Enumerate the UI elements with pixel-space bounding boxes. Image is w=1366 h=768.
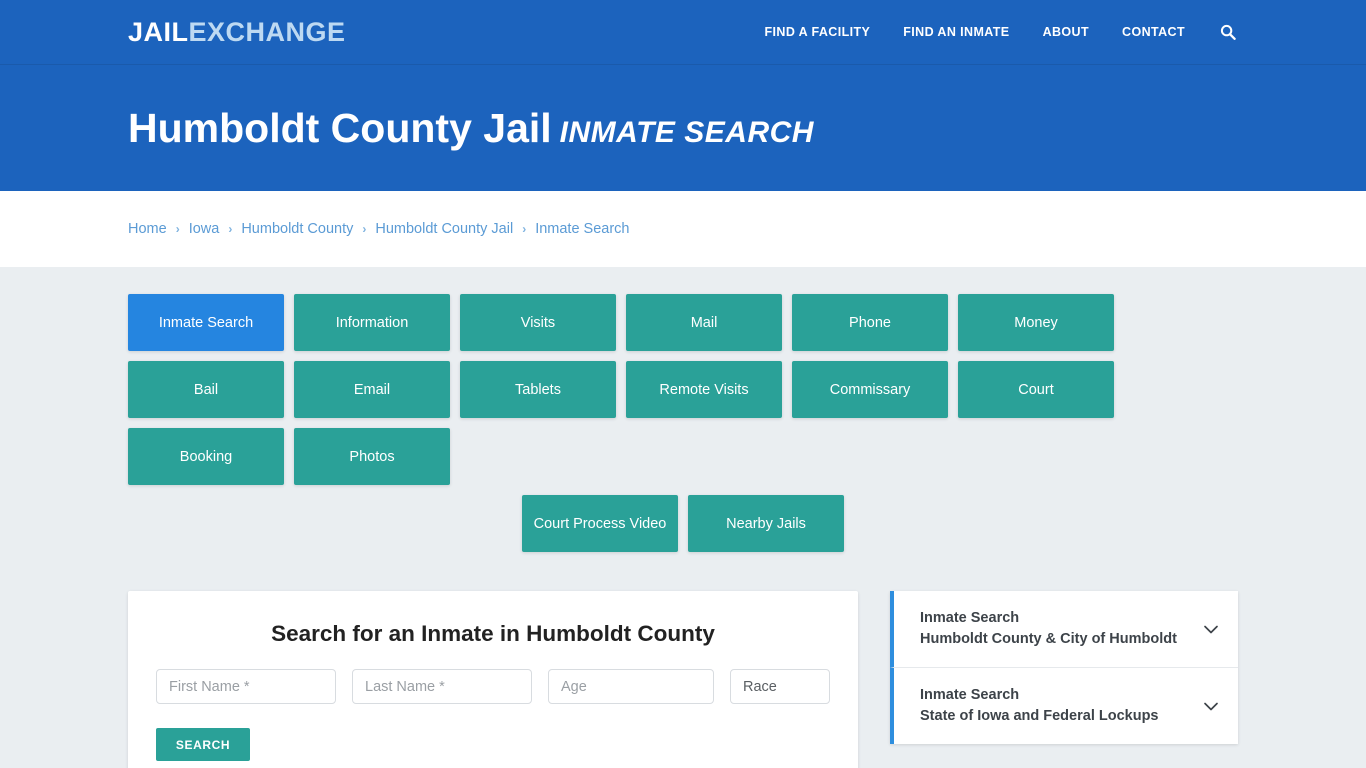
accordion-item-county-title: Inmate Search (920, 610, 1020, 626)
page-title: Humboldt County Jail INMATE SEARCH (128, 104, 814, 151)
right-column: Inmate Search Humboldt County & City of … (890, 591, 1238, 745)
tab-commissary[interactable]: Commissary (792, 361, 948, 418)
site-logo[interactable]: JAILEXCHANGE (128, 16, 346, 47)
site-header: JAILEXCHANGE FIND A FACILITY FIND AN INM… (0, 0, 1366, 65)
tab-inmate-search[interactable]: Inmate Search (128, 294, 284, 351)
chevron-down-icon (1200, 695, 1222, 717)
page-title-sub: INMATE SEARCH (559, 115, 814, 149)
tab-booking[interactable]: Booking (128, 428, 284, 485)
breadcrumb-bar: Home › Iowa › Humboldt County › Humboldt… (0, 191, 1366, 267)
tab-bail[interactable]: Bail (128, 361, 284, 418)
breadcrumb-current: Inmate Search (535, 221, 630, 237)
tab-money[interactable]: Money (958, 294, 1114, 351)
accordion-item-county-text: Inmate Search Humboldt County & City of … (920, 608, 1194, 650)
race-select[interactable]: Race (730, 669, 830, 704)
main-navigation: FIND A FACILITY FIND AN INMATE ABOUT CON… (765, 22, 1239, 42)
nav-contact[interactable]: CONTACT (1122, 25, 1185, 39)
logo-text-exchange: EXCHANGE (188, 16, 346, 47)
page-content: Inmate Search Information Visits Mail Ph… (0, 267, 1366, 768)
search-button[interactable]: SEARCH (156, 728, 250, 761)
page-title-main: Humboldt County Jail (128, 104, 552, 151)
inmate-search-accordion: Inmate Search Humboldt County & City of … (890, 591, 1238, 745)
breadcrumb-separator-icon: › (228, 222, 233, 236)
tab-information[interactable]: Information (294, 294, 450, 351)
tab-phone[interactable]: Phone (792, 294, 948, 351)
tab-tablets[interactable]: Tablets (460, 361, 616, 418)
tab-email[interactable]: Email (294, 361, 450, 418)
tab-visits[interactable]: Visits (460, 294, 616, 351)
accordion-item-state-title: Inmate Search (920, 687, 1020, 704)
left-column: Search for an Inmate in Humboldt County … (128, 591, 858, 768)
breadcrumb: Home › Iowa › Humboldt County › Humboldt… (128, 221, 630, 237)
search-fields: Race (156, 669, 830, 704)
nav-about[interactable]: ABOUT (1043, 25, 1089, 39)
breadcrumb-item-humboldt-county[interactable]: Humboldt County (241, 221, 353, 237)
tab-court-process-video[interactable]: Court Process Video (522, 495, 678, 552)
chevron-down-icon (1200, 618, 1222, 640)
nav-find-an-inmate[interactable]: FIND AN INMATE (903, 25, 1009, 39)
accordion-item-county[interactable]: Inmate Search Humboldt County & City of … (890, 591, 1238, 668)
section-tabs-row-3: Court Process Video Nearby Jails (128, 495, 1238, 552)
main-columns: Search for an Inmate in Humboldt County … (128, 591, 1238, 768)
first-name-input[interactable] (156, 669, 336, 704)
last-name-input[interactable] (352, 669, 532, 704)
inmate-search-card: Search for an Inmate in Humboldt County … (128, 591, 858, 768)
accordion-item-county-subtitle: Humboldt County & City of Humboldt (920, 631, 1177, 648)
tab-remote-visits[interactable]: Remote Visits (626, 361, 782, 418)
page-hero: Humboldt County Jail INMATE SEARCH (0, 65, 1366, 191)
age-input[interactable] (548, 669, 714, 704)
breadcrumb-item-iowa[interactable]: Iowa (189, 221, 220, 237)
breadcrumb-separator-icon: › (522, 222, 527, 236)
tab-photos[interactable]: Photos (294, 428, 450, 485)
breadcrumb-item-home[interactable]: Home (128, 221, 167, 237)
breadcrumb-separator-icon: › (175, 222, 180, 236)
nav-find-a-facility[interactable]: FIND A FACILITY (765, 25, 871, 39)
search-card-heading: Search for an Inmate in Humboldt County (271, 621, 715, 646)
breadcrumb-separator-icon: › (362, 222, 367, 236)
breadcrumb-item-humboldt-county-jail[interactable]: Humboldt County Jail (375, 221, 513, 237)
logo-text-jail: JAIL (128, 16, 189, 47)
accordion-item-state-text: Inmate Search State of Iowa and Federal … (920, 685, 1194, 727)
accordion-item-state-subtitle: State of Iowa and Federal Lockups (920, 708, 1159, 725)
tab-mail[interactable]: Mail (626, 294, 782, 351)
tab-court[interactable]: Court (958, 361, 1114, 418)
search-icon[interactable] (1218, 22, 1238, 42)
tab-nearby-jails[interactable]: Nearby Jails (688, 495, 844, 552)
section-tabs: Inmate Search Information Visits Mail Ph… (128, 294, 1238, 485)
accordion-item-state[interactable]: Inmate Search State of Iowa and Federal … (890, 667, 1238, 745)
